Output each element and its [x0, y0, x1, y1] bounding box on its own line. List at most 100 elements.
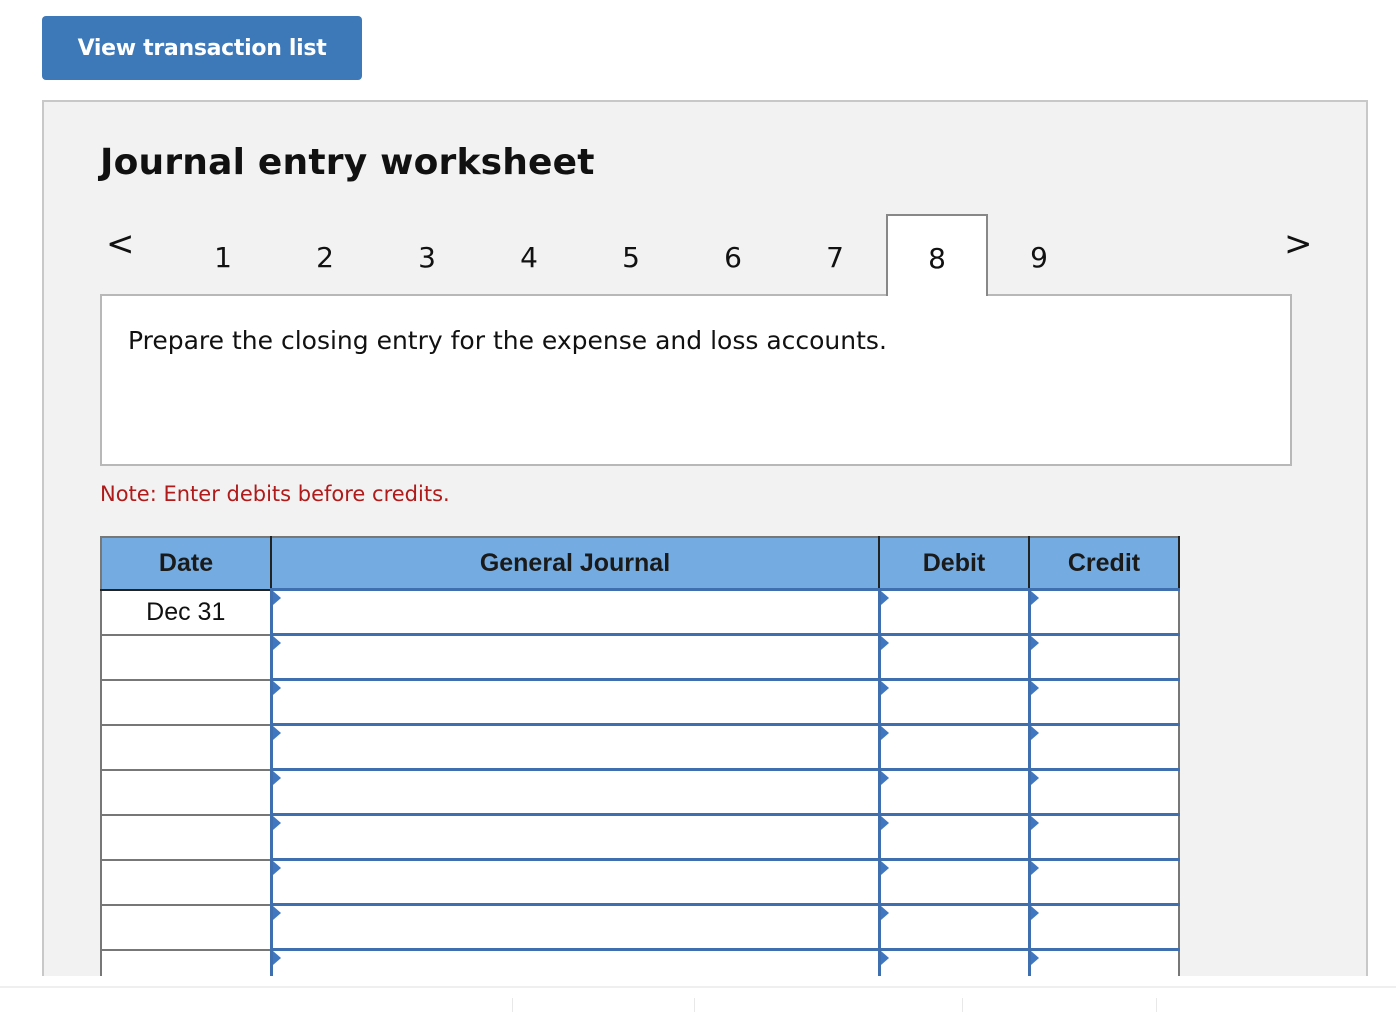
debit-cell — [877, 588, 1030, 636]
dropdown-marker-icon — [1030, 816, 1039, 830]
dropdown-marker-icon — [272, 816, 281, 830]
tab-4[interactable]: 4 — [478, 214, 580, 296]
account-cell — [269, 633, 880, 681]
dropdown-marker-icon — [880, 636, 889, 650]
account-input[interactable] — [272, 591, 878, 633]
date-cell — [100, 858, 272, 906]
dropdown-marker-icon — [880, 591, 889, 605]
dropdown-marker-icon — [880, 816, 889, 830]
tab-9[interactable]: 9 — [988, 214, 1090, 296]
credit-input[interactable] — [1030, 681, 1178, 723]
dropdown-marker-icon — [1030, 726, 1039, 740]
credit-cell — [1027, 633, 1180, 681]
table-row — [100, 633, 1180, 681]
debit-input[interactable] — [880, 816, 1028, 858]
debit-input[interactable] — [880, 726, 1028, 768]
date-cell — [100, 813, 272, 861]
account-input[interactable] — [272, 771, 878, 813]
debit-cell — [877, 858, 1030, 906]
dropdown-marker-icon — [880, 951, 889, 965]
table-row — [100, 858, 1180, 906]
date-cell — [100, 678, 272, 726]
table-row — [100, 768, 1180, 816]
account-cell — [269, 948, 880, 976]
credit-input[interactable] — [1030, 906, 1178, 948]
tab-7[interactable]: 7 — [784, 214, 886, 296]
account-cell — [269, 858, 880, 906]
tab-5[interactable]: 5 — [580, 214, 682, 296]
debit-input[interactable] — [880, 861, 1028, 903]
account-cell — [269, 588, 880, 636]
debit-input[interactable] — [880, 906, 1028, 948]
account-cell — [269, 768, 880, 816]
dropdown-marker-icon — [880, 861, 889, 875]
credit-input[interactable] — [1030, 636, 1178, 678]
prompt-text: Prepare the closing entry for the expens… — [128, 326, 887, 355]
debit-input[interactable] — [880, 951, 1028, 976]
debit-cell — [877, 903, 1030, 951]
note-text: Note: Enter debits before credits. — [100, 482, 450, 506]
column-header-debit: Debit — [878, 536, 1030, 591]
journal-worksheet-panel: Journal entry worksheet < 123456789 > Pr… — [42, 100, 1368, 976]
dropdown-marker-icon — [1030, 681, 1039, 695]
chevron-left-icon[interactable]: < — [106, 224, 135, 264]
table-row — [100, 813, 1180, 861]
dropdown-marker-icon — [1030, 906, 1039, 920]
date-cell — [100, 633, 272, 681]
account-input[interactable] — [272, 681, 878, 723]
tab-8[interactable]: 8 — [886, 214, 988, 296]
debit-input[interactable] — [880, 591, 1028, 633]
credit-input[interactable] — [1030, 591, 1178, 633]
dropdown-marker-icon — [272, 636, 281, 650]
account-cell — [269, 903, 880, 951]
date-cell: Dec 31 — [100, 588, 272, 636]
dropdown-marker-icon — [880, 726, 889, 740]
dropdown-marker-icon — [272, 591, 281, 605]
credit-cell — [1027, 948, 1180, 976]
dropdown-marker-icon — [272, 771, 281, 785]
credit-cell — [1027, 903, 1180, 951]
debit-cell — [877, 813, 1030, 861]
tab-3[interactable]: 3 — [376, 214, 478, 296]
table-row: Dec 31 — [100, 588, 1180, 636]
credit-input[interactable] — [1030, 771, 1178, 813]
account-input[interactable] — [272, 951, 878, 976]
account-cell — [269, 723, 880, 771]
dropdown-marker-icon — [272, 951, 281, 965]
journal-table: Date General Journal Debit Credit Dec 31 — [100, 536, 1180, 976]
credit-cell — [1027, 723, 1180, 771]
credit-input[interactable] — [1030, 816, 1178, 858]
dropdown-marker-icon — [1030, 951, 1039, 965]
debit-input[interactable] — [880, 771, 1028, 813]
credit-cell — [1027, 588, 1180, 636]
dropdown-marker-icon — [272, 906, 281, 920]
table-header-row: Date General Journal Debit Credit — [100, 536, 1180, 591]
account-cell — [269, 813, 880, 861]
date-cell — [100, 948, 272, 976]
debit-input[interactable] — [880, 636, 1028, 678]
chevron-right-icon[interactable]: > — [1284, 224, 1313, 264]
tab-2[interactable]: 2 — [274, 214, 376, 296]
credit-cell — [1027, 813, 1180, 861]
debit-cell — [877, 768, 1030, 816]
table-row — [100, 723, 1180, 771]
dropdown-marker-icon — [880, 681, 889, 695]
account-input[interactable] — [272, 726, 878, 768]
dropdown-marker-icon — [1030, 861, 1039, 875]
debit-cell — [877, 678, 1030, 726]
table-row — [100, 903, 1180, 951]
credit-input[interactable] — [1030, 861, 1178, 903]
view-transaction-list-button[interactable]: View transaction list — [42, 16, 362, 80]
credit-input[interactable] — [1030, 951, 1178, 976]
tab-1[interactable]: 1 — [172, 214, 274, 296]
account-input[interactable] — [272, 636, 878, 678]
dropdown-marker-icon — [272, 726, 281, 740]
tab-6[interactable]: 6 — [682, 214, 784, 296]
account-input[interactable] — [272, 861, 878, 903]
dropdown-marker-icon — [880, 771, 889, 785]
account-input[interactable] — [272, 906, 878, 948]
debit-input[interactable] — [880, 681, 1028, 723]
footer-bar — [0, 986, 1396, 1012]
credit-input[interactable] — [1030, 726, 1178, 768]
account-input[interactable] — [272, 816, 878, 858]
